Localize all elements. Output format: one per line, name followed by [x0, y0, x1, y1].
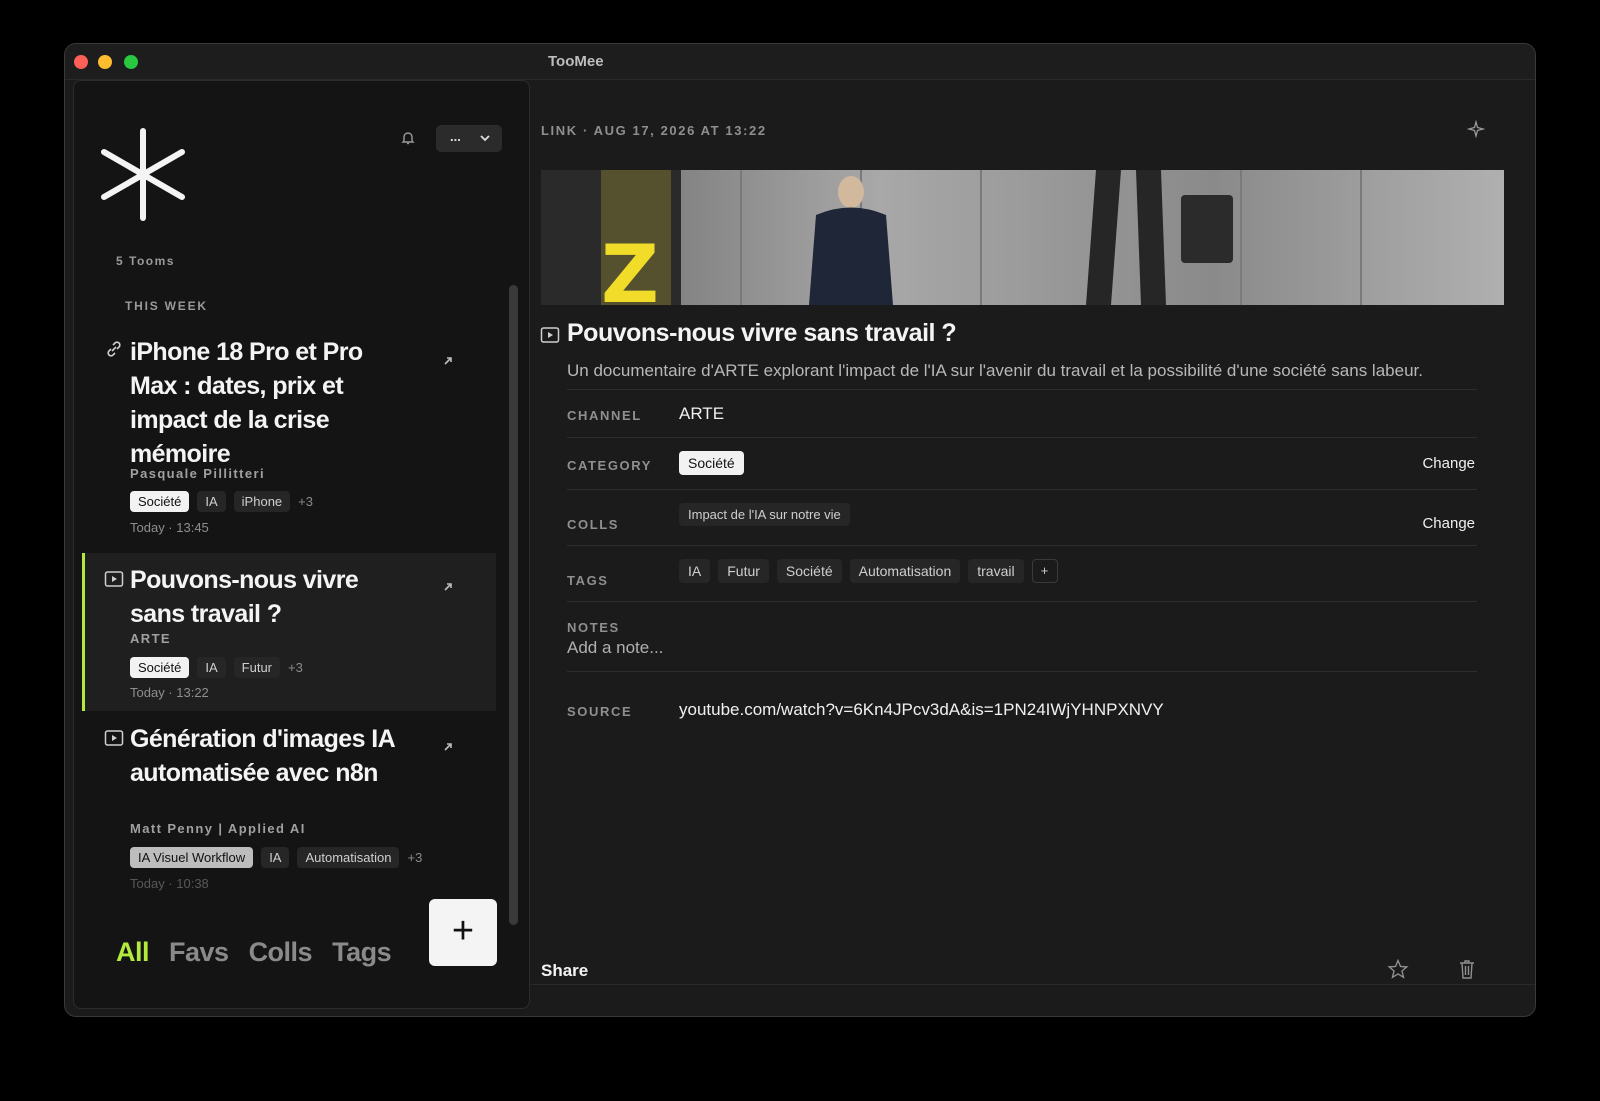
tag-chip[interactable]: iPhone	[233, 490, 291, 512]
sidebar: ... 5 Tooms THIS WEEK iPhone 18 Pro et P…	[73, 80, 530, 1009]
nav-favs[interactable]: Favs	[169, 937, 229, 968]
list-item[interactable]: Génération d'images IA automatisée avec …	[82, 717, 496, 907]
tag-chip[interactable]: Automatisation	[849, 559, 961, 583]
item-author: Pasquale Pillitteri	[130, 466, 265, 481]
scrollbar[interactable]	[509, 285, 518, 925]
tag-chip[interactable]: IA	[197, 656, 226, 678]
channel-row: CHANNEL ARTE	[567, 389, 1477, 437]
detail-panel: LINK · AUG 17, 2026 AT 13:22 Z Pouvons-n…	[531, 80, 1535, 1016]
share-button[interactable]: Share	[541, 961, 588, 981]
tags-chips: IA Futur Société Automatisation travail …	[679, 559, 1058, 583]
item-tags: IA Visuel Workflow IA Automatisation +3	[130, 846, 422, 868]
more-tags-count: +3	[298, 493, 313, 509]
category-row: CATEGORY Société Change	[567, 437, 1477, 489]
item-time: Today · 10:38	[130, 876, 209, 891]
item-author: Matt Penny | Applied AI	[130, 821, 306, 836]
collection-chip[interactable]: Impact de l'IA sur notre vie	[679, 503, 850, 526]
nav-colls[interactable]: Colls	[249, 937, 313, 968]
tag-chip[interactable]: IA	[679, 559, 711, 583]
channel-label: CHANNEL	[567, 408, 642, 423]
detail-description: Un documentaire d'ARTE explorant l'impac…	[567, 361, 1423, 380]
video-icon	[104, 730, 124, 746]
tags-label: TAGS	[567, 573, 609, 588]
tooms-count: 5 Tooms	[116, 254, 175, 268]
source-row: SOURCE youtube.com/watch?v=6Kn4JPcv3dA&i…	[567, 671, 1477, 731]
tag-chip[interactable]: Futur	[233, 656, 281, 678]
more-tags-count: +3	[288, 659, 303, 675]
link-icon	[107, 341, 121, 357]
options-dropdown[interactable]: ...	[436, 125, 502, 152]
add-toom-button[interactable]: +	[429, 899, 497, 966]
open-external-icon[interactable]	[442, 355, 454, 367]
tag-chip[interactable]: travail	[968, 559, 1024, 583]
more-tags-count: +3	[407, 849, 423, 865]
list-item-selected[interactable]: Pouvons-nous vivre sans travail ? ARTE S…	[82, 553, 496, 711]
notes-input[interactable]: Add a note...	[567, 638, 663, 658]
tag-chip[interactable]: Automatisation	[297, 846, 400, 868]
bottom-nav: All Favs Colls Tags	[116, 937, 392, 968]
options-dropdown-label: ...	[450, 129, 461, 144]
item-time: Today · 13:45	[130, 520, 209, 535]
list-item[interactable]: iPhone 18 Pro et Pro Max : dates, prix e…	[82, 327, 496, 545]
video-icon	[540, 327, 560, 343]
section-heading: THIS WEEK	[125, 299, 208, 313]
tag-chip[interactable]: Futur	[718, 559, 769, 583]
tag-chip[interactable]: Société	[776, 559, 842, 583]
tag-chip[interactable]: IA Visuel Workflow	[130, 846, 254, 868]
window-title: TooMee	[548, 53, 604, 70]
detail-footer-divider	[531, 984, 1535, 1016]
category-chip[interactable]: Société	[679, 451, 744, 475]
nav-tags[interactable]: Tags	[332, 937, 392, 968]
video-icon	[104, 571, 124, 587]
tag-chip[interactable]: IA	[197, 490, 226, 512]
notes-row: NOTES Add a note...	[567, 601, 1477, 671]
notes-label: NOTES	[567, 620, 620, 635]
open-external-icon[interactable]	[442, 741, 454, 753]
item-meta: LINK · AUG 17, 2026 AT 13:22	[541, 123, 767, 138]
tag-chip[interactable]: Société	[130, 490, 190, 512]
app-window: TooMee ... 5 Tooms THIS WEEK iPhone 18 P…	[64, 43, 1536, 1017]
chevron-down-icon	[480, 135, 490, 142]
close-window-button[interactable]	[74, 55, 88, 69]
colls-row: COLLS Impact de l'IA sur notre vie Chang…	[567, 489, 1477, 545]
channel-value: ARTE	[679, 404, 725, 423]
category-chips: Société	[679, 451, 744, 475]
title-bar: TooMee	[65, 44, 1535, 80]
add-tag-button[interactable]: +	[1031, 559, 1058, 583]
colls-label: COLLS	[567, 517, 620, 532]
colls-chips: Impact de l'IA sur notre vie	[679, 503, 850, 526]
item-tags: Société IA Futur +3	[130, 656, 303, 678]
change-colls-button[interactable]: Change	[1422, 515, 1475, 532]
open-external-icon[interactable]	[442, 581, 454, 593]
item-title: Génération d'images IA automatisée avec …	[130, 725, 395, 787]
svg-text:Z: Z	[601, 228, 659, 305]
bell-icon[interactable]	[400, 130, 416, 146]
detail-title: Pouvons-nous vivre sans travail ?	[567, 319, 957, 347]
item-title: Pouvons-nous vivre sans travail ?	[130, 566, 359, 628]
minimize-window-button[interactable]	[98, 55, 112, 69]
change-category-button[interactable]: Change	[1422, 455, 1475, 472]
source-label: SOURCE	[567, 704, 633, 719]
tag-chip[interactable]: IA	[261, 846, 290, 868]
zoom-window-button[interactable]	[124, 55, 138, 69]
item-time: Today · 13:22	[130, 685, 209, 700]
category-label: CATEGORY	[567, 458, 653, 473]
star-icon[interactable]	[1387, 958, 1409, 980]
tag-chip[interactable]: Société	[130, 656, 190, 678]
source-link[interactable]: youtube.com/watch?v=6Kn4JPcv3dA&is=1PN24…	[679, 700, 1164, 720]
thumbnail-image: Z	[541, 170, 1504, 305]
item-title: iPhone 18 Pro et Pro Max : dates, prix e…	[130, 338, 363, 468]
nav-all[interactable]: All	[116, 937, 150, 968]
tags-row: TAGS IA Futur Société Automatisation tra…	[567, 545, 1477, 601]
asterisk-logo-icon	[101, 128, 185, 221]
trash-icon[interactable]	[1457, 958, 1477, 980]
item-tags: Société IA iPhone +3	[130, 490, 313, 512]
item-author: ARTE	[130, 631, 171, 646]
sparkle-icon[interactable]	[1467, 120, 1485, 138]
